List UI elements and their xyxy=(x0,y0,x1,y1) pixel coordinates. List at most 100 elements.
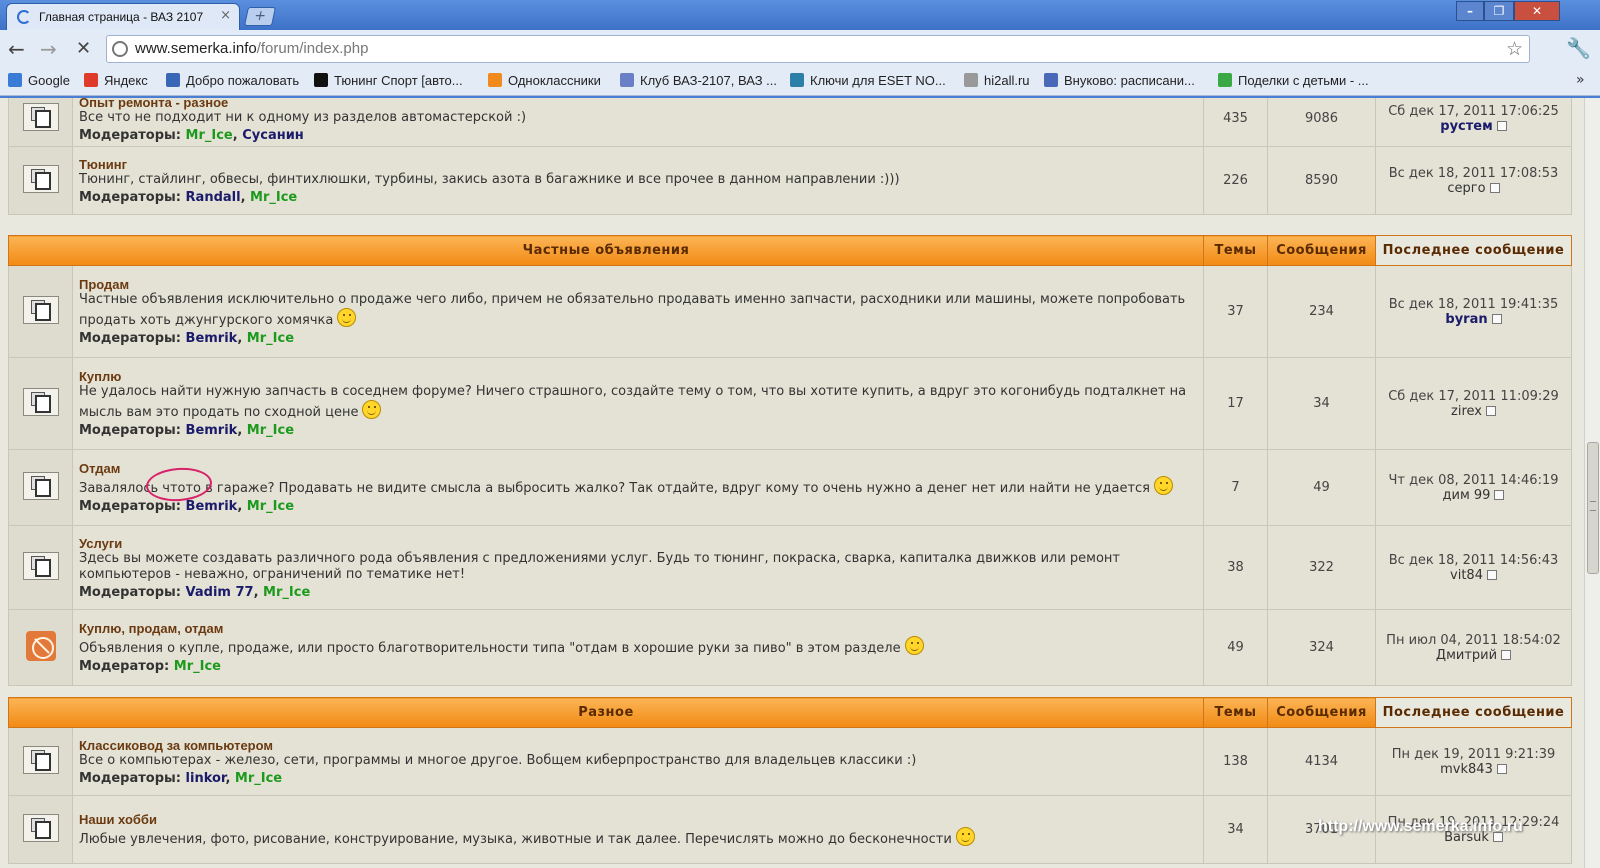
moderator-link[interactable]: linkor xyxy=(186,771,226,786)
goto-last-post-icon[interactable] xyxy=(1486,569,1497,580)
goto-last-post-icon[interactable] xyxy=(1496,763,1507,774)
bookmark-item[interactable]: Внуково: расписани... xyxy=(1044,73,1195,88)
forum-moderators: Модераторы: Randall, Mr_Ice xyxy=(79,189,298,205)
address-url[interactable]: www.semerka.info/forum/index.php xyxy=(135,40,368,57)
category-title[interactable]: Частные объявления xyxy=(8,235,1204,266)
last-post-user-link[interactable]: Дмитрий xyxy=(1436,648,1497,663)
forum-read-icon xyxy=(22,295,59,324)
forum-read-icon xyxy=(22,164,59,193)
more-bookmarks-icon[interactable]: » xyxy=(1576,72,1585,88)
last-post-author: byran xyxy=(1376,312,1571,327)
moderator-link[interactable]: Mr_Ice xyxy=(247,499,294,514)
forum-title-link[interactable]: Услуги xyxy=(79,536,1195,551)
bookmark-item[interactable]: Поделки с детьми - ... xyxy=(1218,73,1369,88)
last-post-user-link[interactable]: zirex xyxy=(1451,404,1482,419)
last-post-user-link[interactable]: серго xyxy=(1447,181,1485,196)
last-post-date: Вс дек 18, 2011 14:56:43 xyxy=(1388,552,1559,568)
moderator-link[interactable]: Mr_Ice xyxy=(247,331,294,346)
tab-strip: Главная страница - ВАЗ 2107 × + – ❐ ✕ xyxy=(0,0,1600,30)
moderator-link[interactable]: Mr_Ice xyxy=(247,423,294,438)
column-last-post-header: Последнее сообщение xyxy=(1375,235,1572,266)
maximize-button[interactable]: ❐ xyxy=(1484,1,1514,21)
close-tab-icon[interactable]: × xyxy=(220,8,231,23)
moderator-link[interactable]: Mr_Ice xyxy=(235,771,282,786)
bookmark-item[interactable]: Клуб ВАЗ-2107, ВАЗ ... xyxy=(620,73,777,88)
moderator-link[interactable]: Mr_Ice xyxy=(186,128,233,143)
forum-title-link[interactable]: Куплю, продам, отдам xyxy=(79,621,1195,636)
moderator-link[interactable]: Bemrik xyxy=(186,331,238,346)
goto-last-post-icon[interactable] xyxy=(1491,313,1502,324)
forum-title-link[interactable]: Отдам xyxy=(79,461,1195,476)
address-bar[interactable]: www.semerka.info/forum/index.php ☆ xyxy=(106,35,1530,63)
last-post-user-link[interactable]: дим 99 xyxy=(1443,488,1491,503)
moderator-link[interactable]: Bemrik xyxy=(186,423,238,438)
forum-title-link[interactable]: Куплю xyxy=(79,369,1195,384)
bookmark-label: Поделки с детьми - ... xyxy=(1238,73,1369,88)
forum-description: Любые увлечения, фото, рисование, констр… xyxy=(79,826,1195,848)
forum-description-text: Не удалось найти нужную запчасть в сосед… xyxy=(79,384,1187,420)
vertical-scrollbar[interactable] xyxy=(1584,98,1600,868)
bookmark-item[interactable]: Ключи для ESET NO... xyxy=(790,73,946,88)
forum-category-table: Частные объявления Темы Сообщения Последнее… xyxy=(8,235,1572,686)
topics-count: 435 xyxy=(1203,98,1268,147)
forum-moderators: Модератор: Mr_Ice xyxy=(79,659,1195,674)
browser-tab[interactable]: Главная страница - ВАЗ 2107 × xyxy=(6,3,240,30)
moderator-link[interactable]: Bemrik xyxy=(186,499,238,514)
moderator-link[interactable]: Сусанин xyxy=(242,128,304,143)
posts-count: 9086 xyxy=(1267,98,1376,147)
last-post-user-link[interactable]: рустем xyxy=(1440,119,1492,134)
bookmark-label: Яндекс xyxy=(104,73,148,88)
bookmark-label: Тюнинг Спорт [авто... xyxy=(334,73,463,88)
category-title[interactable]: Разное xyxy=(8,697,1204,728)
bookmark-item[interactable]: Добро пожаловать xyxy=(166,73,299,88)
wrench-menu-icon[interactable]: 🔧 xyxy=(1566,36,1591,60)
bookmark-item[interactable]: Яндекс xyxy=(84,73,148,88)
scrollbar-thumb[interactable] xyxy=(1587,442,1599,574)
page-info-icon[interactable] xyxy=(112,41,128,57)
forum-page: Опыт ремонта - разное Все что не подходит… xyxy=(0,98,1584,868)
moderator-link[interactable]: Mr_Ice xyxy=(250,190,297,205)
posts-count: 49 xyxy=(1267,449,1376,526)
last-post-user-link[interactable]: vit84 xyxy=(1450,568,1483,583)
moderator-link[interactable]: Vadim 77 xyxy=(186,585,254,600)
posts-count: 4134 xyxy=(1267,727,1376,796)
forum-title-link[interactable]: Классиковод за компьютером xyxy=(79,738,1195,753)
bookmark-item[interactable]: Одноклассники xyxy=(488,73,601,88)
moderator-link[interactable]: Mr_Ice xyxy=(263,585,310,600)
last-post-date: Вс дек 18, 2011 17:08:53 xyxy=(1388,165,1559,181)
goto-last-post-icon[interactable] xyxy=(1489,182,1500,193)
forum-description-text: Все что не подходит ни к одному из разде… xyxy=(79,109,527,125)
goto-last-post-icon[interactable] xyxy=(1485,405,1496,416)
new-tab-button[interactable]: + xyxy=(243,7,277,26)
last-post-user-link[interactable]: mvk843 xyxy=(1440,762,1493,777)
goto-last-post-icon[interactable] xyxy=(1496,120,1507,131)
topics-count: 226 xyxy=(1203,146,1268,215)
bookmark-item[interactable]: Тюнинг Спорт [авто... xyxy=(314,73,463,88)
forum-description-text: Частные объявления исключительно о прода… xyxy=(79,292,1186,328)
last-post-date: Сб дек 17, 2011 11:09:29 xyxy=(1388,388,1559,404)
bookmark-star-icon[interactable]: ☆ xyxy=(1506,38,1523,60)
bookmark-item[interactable]: hi2all.ru xyxy=(964,73,1030,88)
forum-description: Здесь вы можете создавать различного род… xyxy=(79,551,1195,583)
forward-arrow-icon[interactable]: → xyxy=(40,37,57,61)
forum-title-link[interactable]: Наши хобби xyxy=(79,812,1195,827)
forum-row: Классиковод за компьютером Все о компьюте… xyxy=(8,727,1572,796)
forum-title-link[interactable]: Опыт ремонта - разное xyxy=(79,98,1195,110)
back-arrow-icon[interactable]: ← xyxy=(8,37,25,61)
forum-title-link[interactable]: Продам xyxy=(79,277,1195,292)
stop-loading-icon[interactable]: ✕ xyxy=(76,38,91,59)
bookmark-item[interactable]: Google xyxy=(8,73,70,88)
last-post-cell: Вс дек 18, 2011 19:41:35 byran xyxy=(1375,265,1572,358)
goto-last-post-icon[interactable] xyxy=(1494,489,1505,500)
last-post-user-link[interactable]: byran xyxy=(1445,312,1487,327)
forum-description: Частные объявления исключительно о прода… xyxy=(79,292,1195,329)
minimize-button[interactable]: – xyxy=(1456,1,1484,21)
last-post-author: mvk843 xyxy=(1376,762,1571,777)
goto-last-post-icon[interactable] xyxy=(1501,649,1512,660)
forum-title-link[interactable]: Тюнинг xyxy=(79,157,1195,172)
forum-moderators: Модераторы: Bemrik, Mr_Ice xyxy=(79,423,295,438)
forum-read-icon xyxy=(22,813,59,842)
close-window-button[interactable]: ✕ xyxy=(1514,1,1560,21)
moderator-link[interactable]: Mr_Ice xyxy=(174,659,221,674)
moderator-link[interactable]: Randall xyxy=(186,190,241,205)
